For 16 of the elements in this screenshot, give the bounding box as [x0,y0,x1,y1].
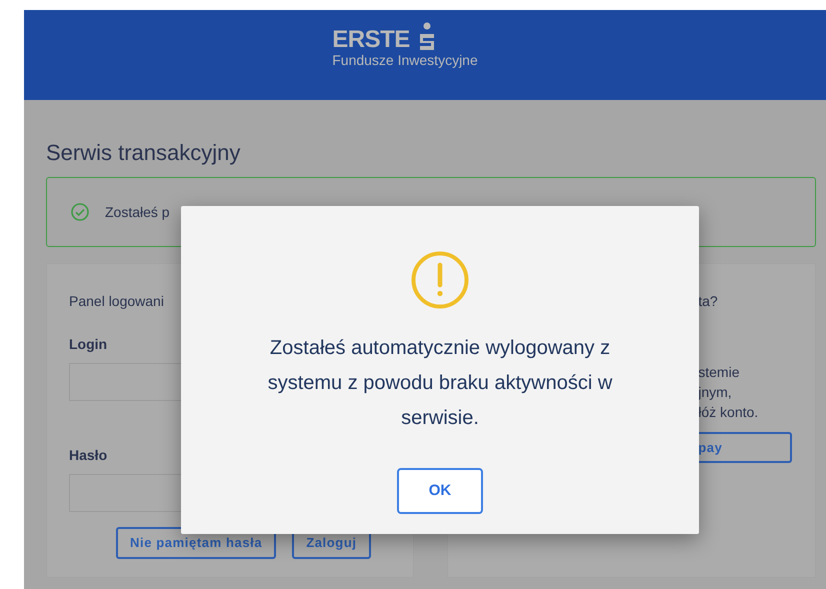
logo-name: ERSTE [332,28,410,52]
panel-title: Panel logowani [69,292,164,311]
alert-text: Zostałeś p [105,202,170,222]
page-title: Serwis transakcyjny [46,140,242,166]
ok-button[interactable]: OK [397,468,483,514]
warning-icon [411,251,469,309]
dialog-message: Zostałeś automatycznie wylogowany z systemu z powodu braku aktywności w serwisie. [266,336,614,431]
logo-icon [418,22,436,52]
logo-subtitle: Fundusze Inwestycyjne [332,52,478,68]
panel-text: stemie jnym, łóż konto. [698,363,758,422]
panel-title: ta? [698,292,718,311]
input-field[interactable] [69,474,181,512]
check-circle-icon [71,203,89,221]
field-label: Hasło [69,446,108,465]
field-label: Login [69,335,108,354]
input-field[interactable] [69,363,181,401]
